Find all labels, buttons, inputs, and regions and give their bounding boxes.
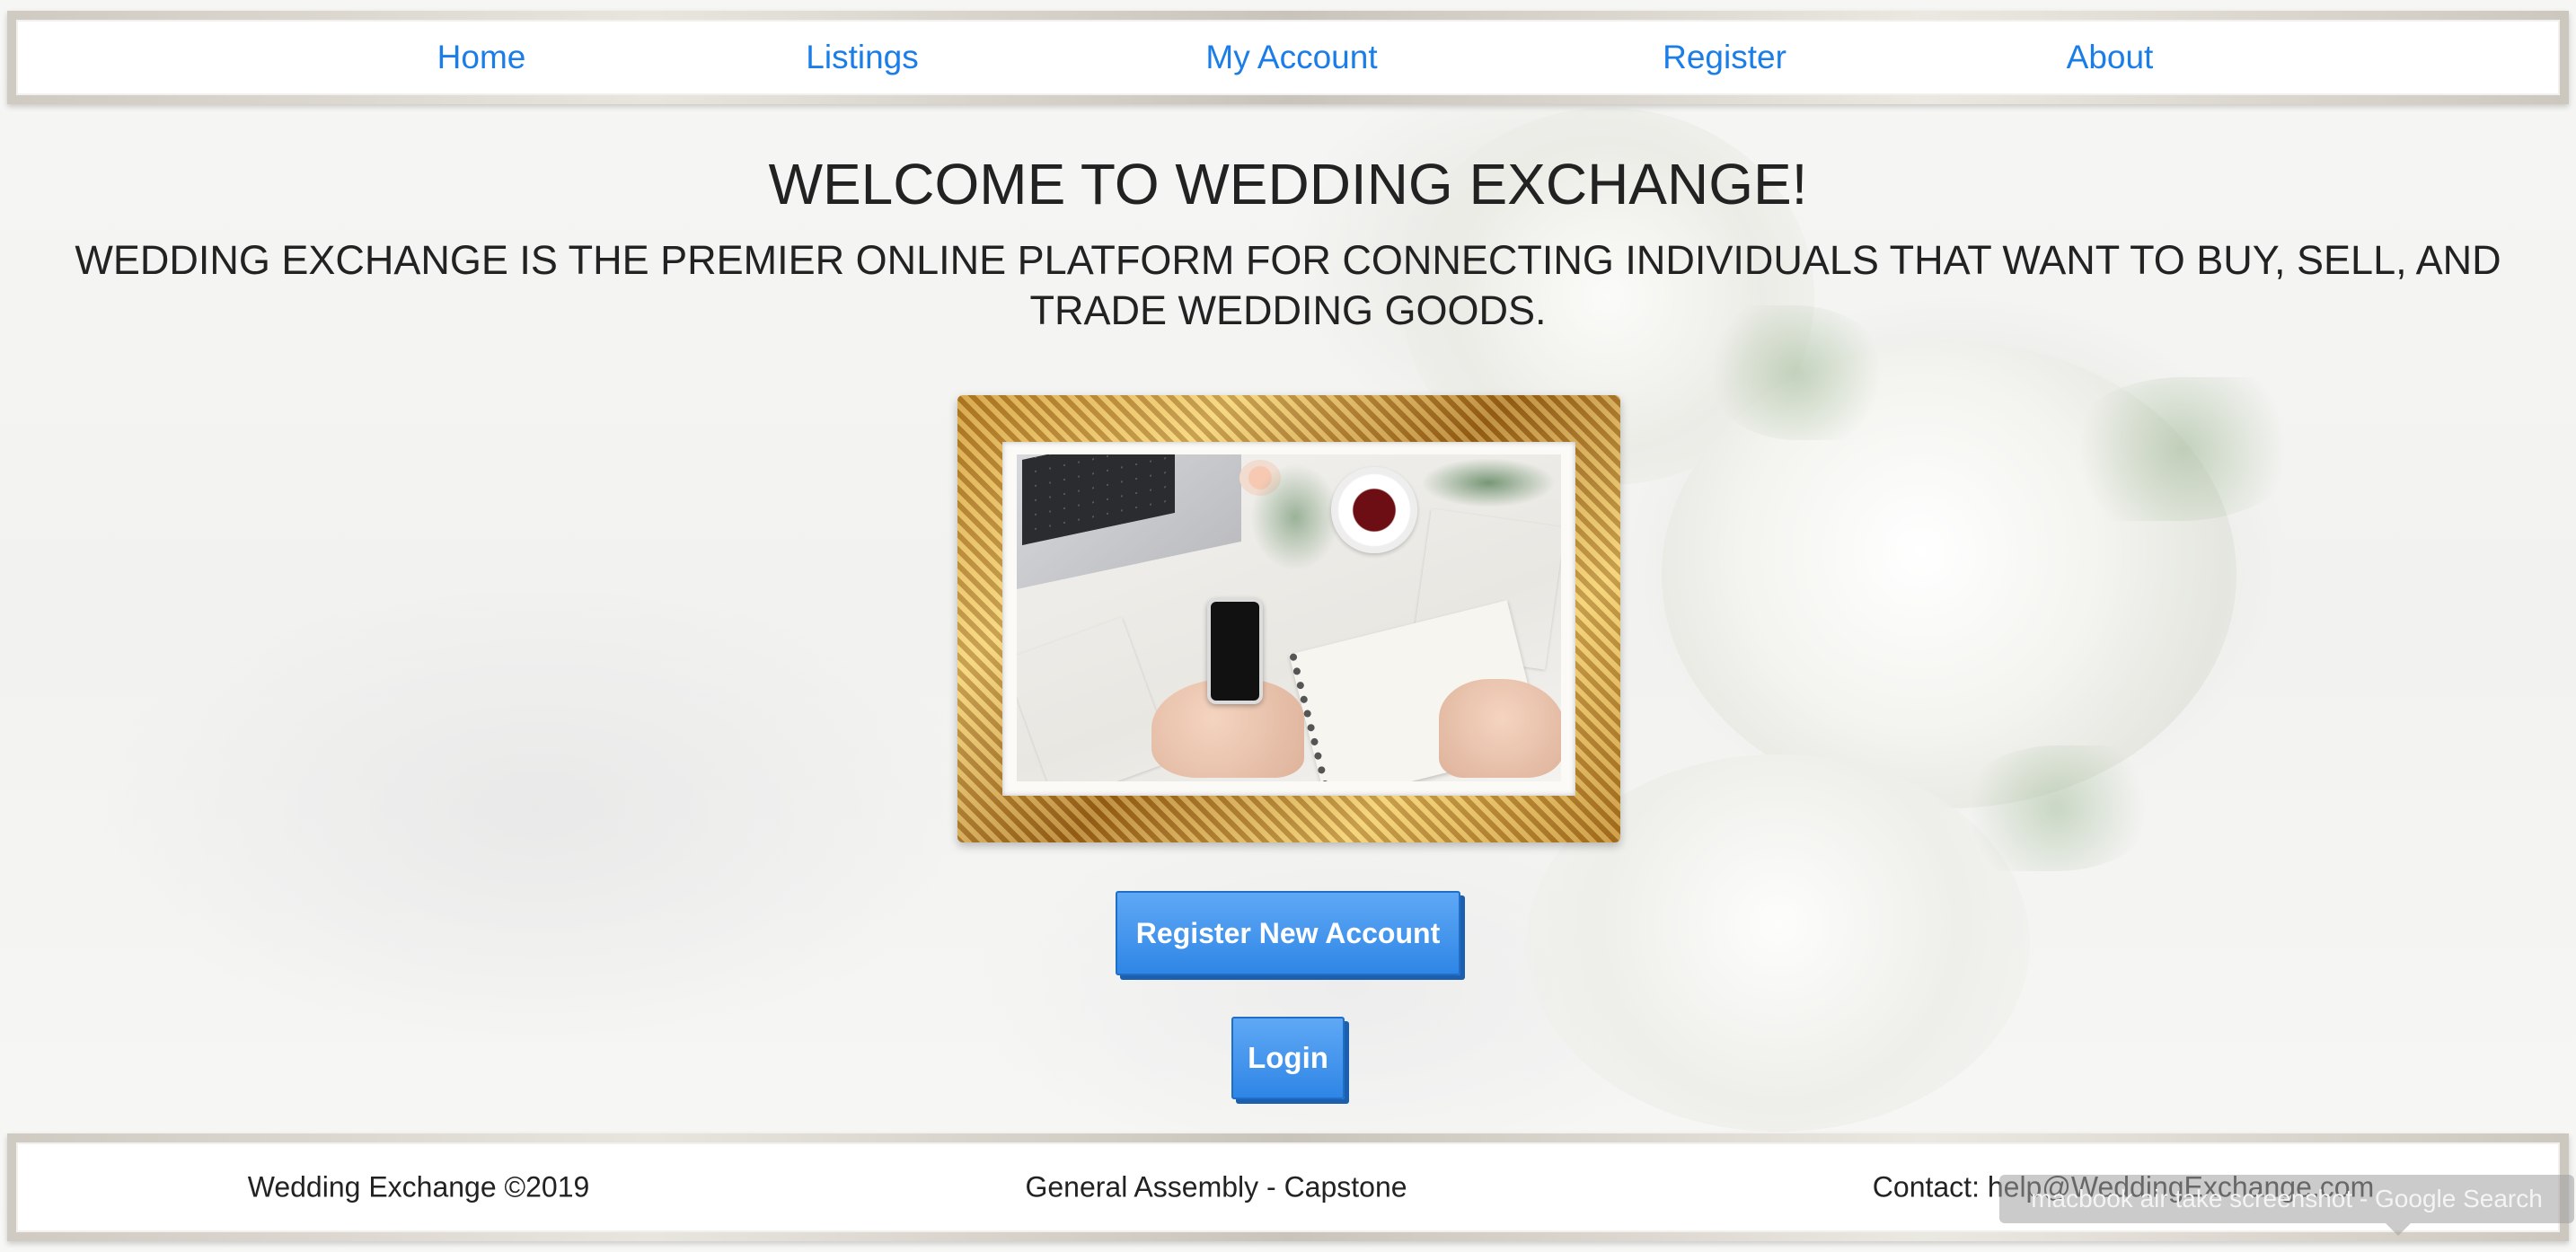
top-navigation: Home Listings My Account Register About: [7, 11, 2569, 104]
picture-mat: [1002, 442, 1575, 796]
nav-link-about[interactable]: About: [2067, 39, 2154, 76]
hand-graphic: [1439, 679, 1561, 778]
plant-graphic: [1421, 458, 1556, 507]
calendar-graphic: [1017, 617, 1174, 781]
nav-link-my-account[interactable]: My Account: [1205, 39, 1377, 76]
page-title: WELCOME TO WEDDING EXCHANGE!: [768, 152, 1808, 216]
framed-hero-image: [957, 395, 1620, 842]
footer-copyright: Wedding Exchange ©2019: [247, 1170, 590, 1204]
background-rose: [1662, 341, 2236, 808]
browser-tooltip: macbook air take screenshot - Google Sea…: [1999, 1175, 2574, 1236]
register-new-account-button[interactable]: Register New Account: [1116, 891, 1460, 975]
nav-link-listings[interactable]: Listings: [806, 39, 918, 76]
background-leaf: [1958, 745, 2156, 871]
tea-cup-graphic: [1331, 467, 1417, 553]
phone-graphic: [1207, 598, 1263, 704]
background-leaf: [2066, 377, 2299, 521]
footer-credit: General Assembly - Capstone: [1025, 1170, 1407, 1204]
page-subtitle: WEDDING EXCHANGE IS THE PREMIER ONLINE P…: [75, 237, 2501, 333]
login-button[interactable]: Login: [1231, 1017, 1345, 1099]
nav-link-home[interactable]: Home: [437, 39, 526, 76]
wedding-planning-photo: [1017, 454, 1561, 781]
plant-graphic: [1250, 463, 1340, 571]
nav-link-register[interactable]: Register: [1663, 39, 1786, 76]
